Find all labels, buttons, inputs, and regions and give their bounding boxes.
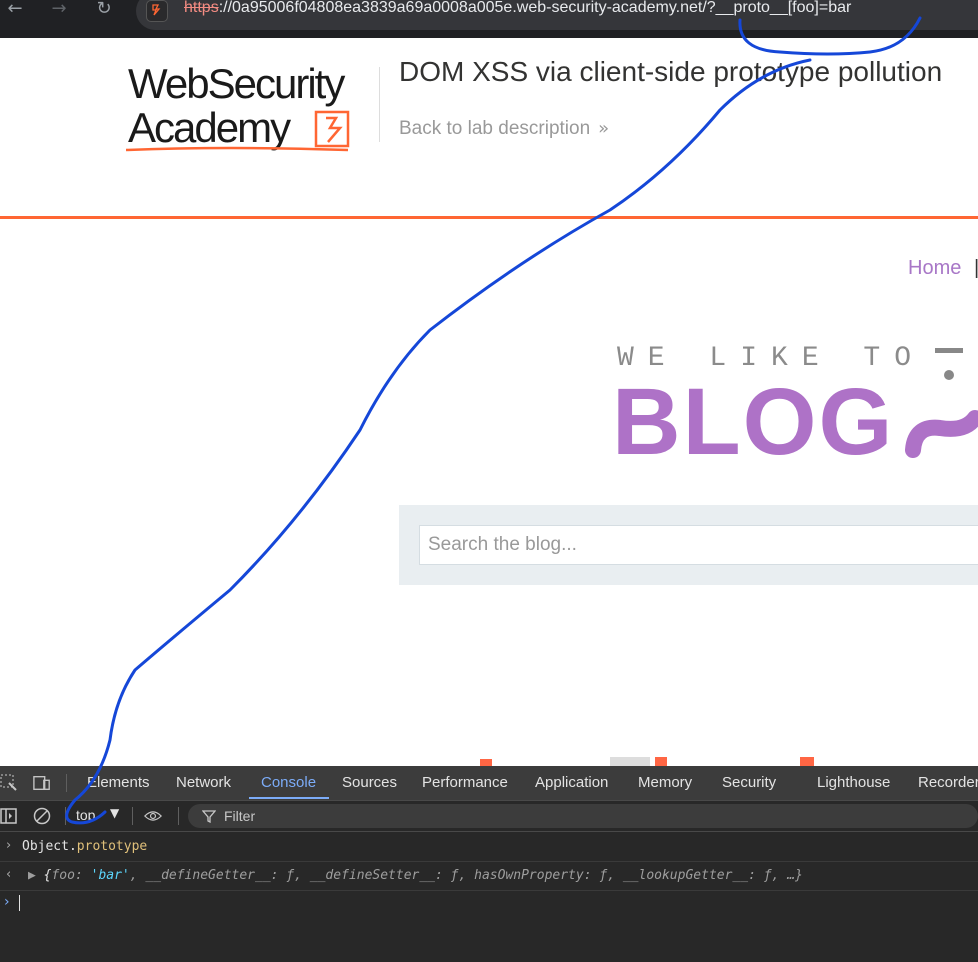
filter-placeholder: Filter bbox=[224, 808, 256, 824]
caret-down-icon: ▼ bbox=[110, 806, 120, 820]
tab-security[interactable]: Security bbox=[722, 774, 776, 791]
console-command[interactable]: Object.prototype bbox=[22, 839, 147, 854]
toolbar-divider bbox=[132, 807, 133, 825]
console-prompt[interactable]: › bbox=[0, 889, 978, 917]
console-filter-input[interactable]: Filter bbox=[188, 804, 978, 828]
back-to-lab-description-link[interactable]: Back to lab description » bbox=[399, 118, 609, 140]
eye-icon[interactable] bbox=[144, 807, 162, 825]
logo-line1: WebSecurity bbox=[128, 62, 345, 107]
reload-icon[interactable]: ↻ bbox=[89, 0, 119, 24]
command-object: Object bbox=[22, 839, 69, 854]
tab-elements[interactable]: Elements bbox=[87, 774, 150, 791]
chevron-right-icon: › bbox=[6, 838, 12, 853]
result-key-foo: foo bbox=[51, 868, 75, 883]
console-input-line: › Object.prototype bbox=[0, 833, 978, 862]
active-tab-indicator bbox=[249, 797, 329, 799]
console-toolbar: top ▼ Filter bbox=[0, 801, 978, 832]
tab-console[interactable]: Console bbox=[261, 774, 316, 791]
console-result-line: ‹ ▶ {foo: 'bar', __defineGetter__: ƒ, __… bbox=[0, 862, 978, 891]
return-arrow-icon: ‹ bbox=[6, 867, 12, 882]
lab-header: WebSecurity Academy DOM XSS via client-s… bbox=[0, 38, 978, 219]
result-rest: __defineGetter__: ƒ, __defineSetter__: ƒ… bbox=[145, 868, 803, 883]
tab-sources[interactable]: Sources bbox=[342, 774, 397, 791]
blog-banner-decoration bbox=[905, 348, 978, 458]
context-select[interactable]: top bbox=[76, 807, 95, 823]
blog-banner-title: BLOG bbox=[612, 369, 895, 475]
url-text[interactable]: https://0a95006f04808ea3839a69a0008a005e… bbox=[184, 0, 851, 17]
expand-triangle-icon[interactable]: ▶ bbox=[28, 868, 44, 883]
tab-application[interactable]: Application bbox=[535, 774, 608, 791]
tab-performance[interactable]: Performance bbox=[422, 774, 508, 791]
tab-network[interactable]: Network bbox=[176, 774, 231, 791]
blog-search-input[interactable] bbox=[419, 525, 978, 565]
device-toolbar-icon[interactable] bbox=[33, 774, 51, 792]
chevron-right-icon: » bbox=[598, 118, 610, 139]
tab-recorder[interactable]: Recorder bbox=[918, 774, 978, 791]
back-link-label[interactable]: Back to lab description bbox=[399, 118, 590, 139]
forward-arrow-icon[interactable]: → bbox=[44, 0, 74, 24]
prompt-chevron-icon: › bbox=[4, 894, 10, 910]
url-path: ://0a95006f04808ea3839a69a0008a005e.web-… bbox=[218, 0, 852, 16]
sidebar-toggle-icon[interactable] bbox=[0, 807, 18, 825]
tab-lighthouse[interactable]: Lighthouse bbox=[817, 774, 890, 791]
blog-search-panel bbox=[399, 505, 978, 585]
text-cursor bbox=[19, 895, 20, 911]
devtools-tab-bar: Elements Network Console Sources Perform… bbox=[0, 766, 978, 801]
tab-memory[interactable]: Memory bbox=[638, 774, 692, 791]
toolbar-divider bbox=[65, 807, 66, 825]
logo-divider bbox=[379, 67, 380, 142]
inspect-element-icon[interactable] bbox=[0, 774, 18, 792]
address-bar[interactable]: https://0a95006f04808ea3839a69a0008a005e… bbox=[136, 0, 978, 30]
result-value-bar: 'bar' bbox=[90, 868, 130, 883]
toolbar-divider bbox=[178, 807, 179, 825]
web-security-academy-logo[interactable]: WebSecurity Academy bbox=[126, 62, 376, 156]
site-info-icon[interactable] bbox=[146, 0, 168, 22]
filter-icon bbox=[202, 810, 216, 823]
devtools-panel: Elements Network Console Sources Perform… bbox=[0, 766, 978, 962]
logo-line2: Academy bbox=[128, 104, 291, 151]
lab-title: DOM XSS via client-side prototype pollut… bbox=[399, 56, 943, 87]
back-arrow-icon[interactable]: ← bbox=[0, 0, 30, 24]
clear-console-icon[interactable] bbox=[33, 807, 51, 825]
console-result-object[interactable]: ▶ {foo: 'bar', __defineGetter__: ƒ, __de… bbox=[28, 868, 803, 883]
nav-separator: | bbox=[974, 257, 978, 279]
url-scheme: https bbox=[184, 0, 219, 16]
browser-toolbar: ← → ↻ https://0a95006f04808ea3839a69a000… bbox=[0, 0, 978, 38]
nav-home-link[interactable]: Home bbox=[908, 257, 961, 280]
tab-divider bbox=[66, 774, 67, 792]
command-property: prototype bbox=[76, 839, 148, 854]
